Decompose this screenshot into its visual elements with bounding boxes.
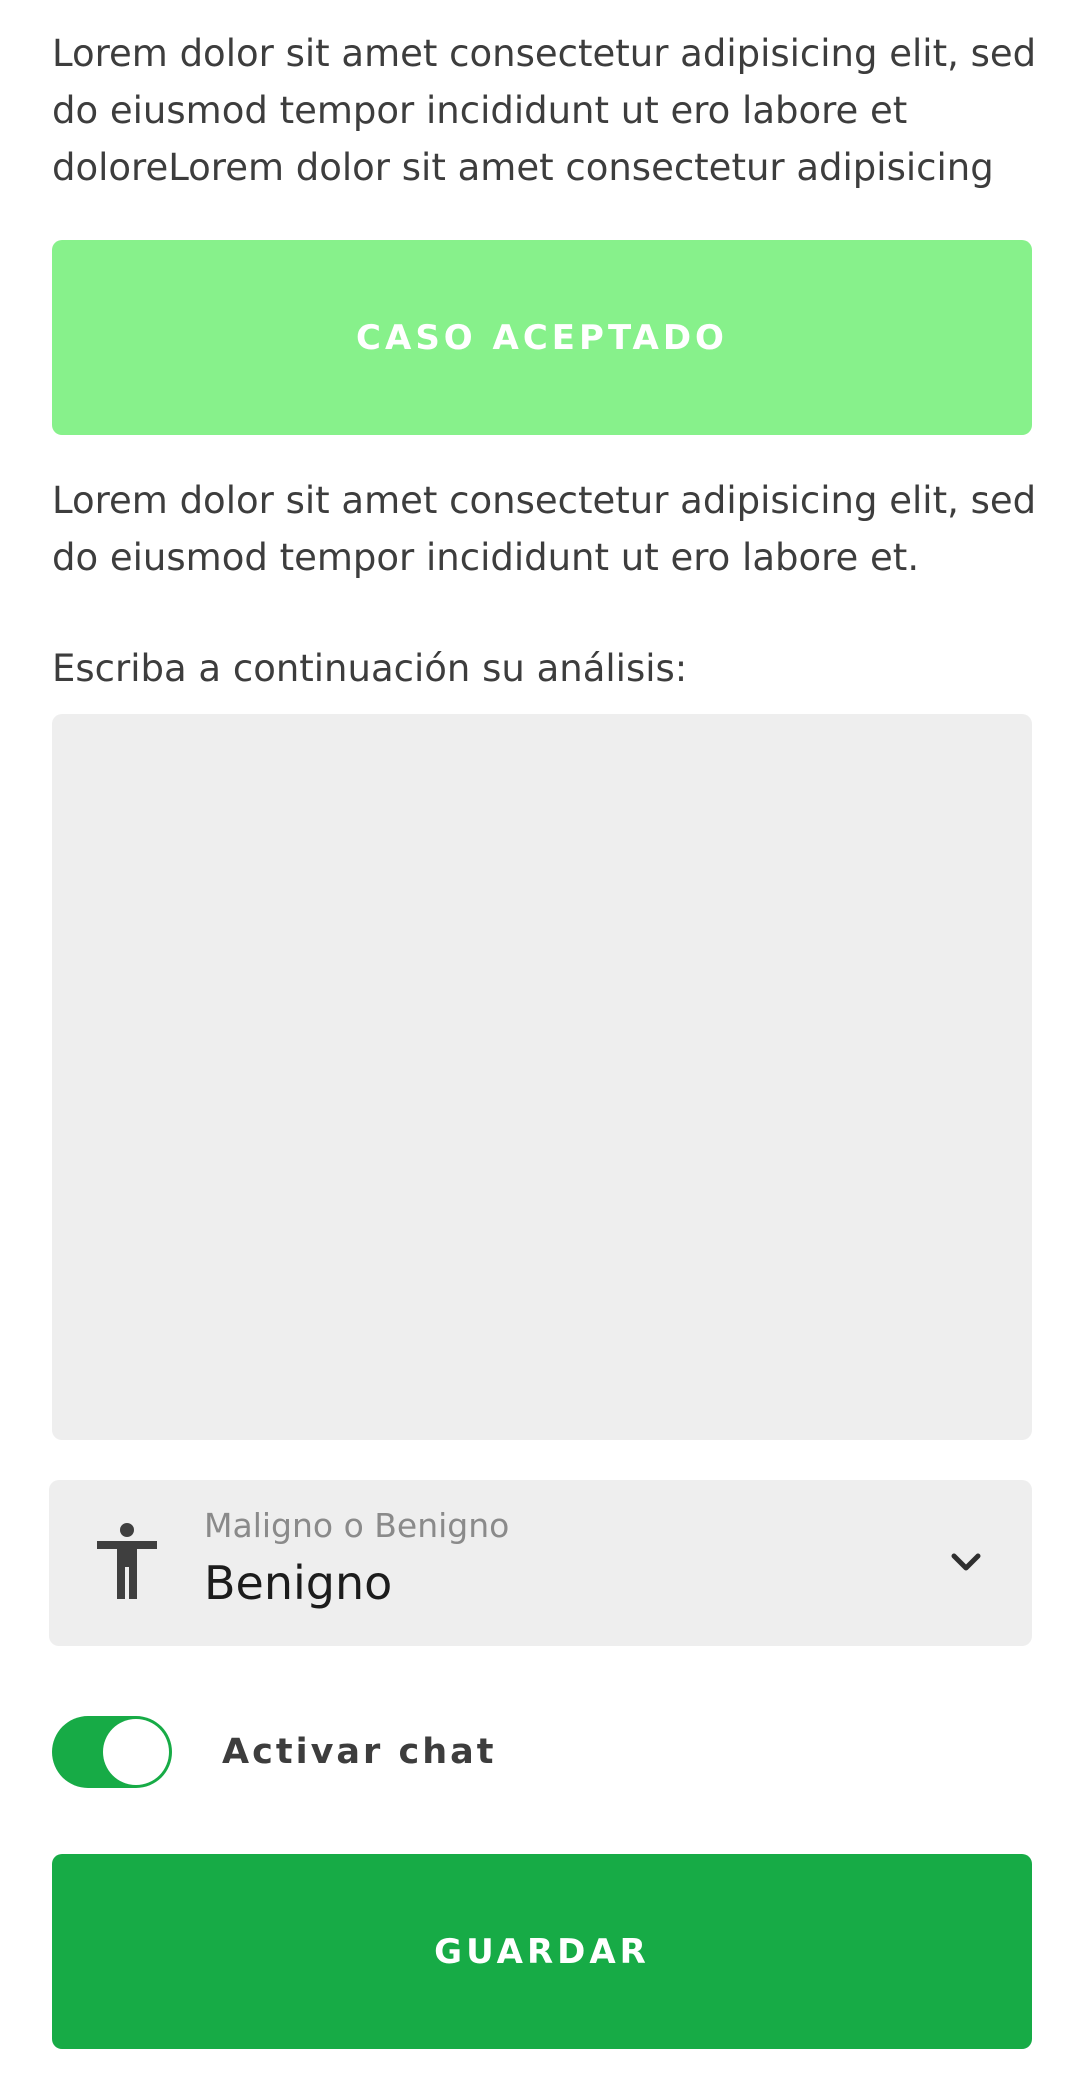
analysis-label: Escriba a continuación su análisis:	[52, 647, 688, 690]
save-button[interactable]: GUARDAR	[52, 1854, 1032, 2049]
accessibility-icon	[97, 1523, 157, 1599]
case-accepted-button[interactable]: CASO ACEPTADO	[52, 240, 1032, 435]
intro-paragraph: Lorem dolor sit amet consectetur adipisi…	[52, 32, 1037, 189]
chevron-down-icon[interactable]	[948, 1544, 984, 1580]
analysis-textarea[interactable]	[52, 714, 1032, 1440]
chat-toggle-row: Activar chat	[52, 1716, 1032, 1790]
secondary-paragraph: Lorem dolor sit amet consectetur adipisi…	[52, 479, 1037, 579]
toggle-knob	[103, 1719, 169, 1785]
diagnosis-select-label: Maligno o Benigno	[204, 1506, 510, 1545]
chat-toggle-switch[interactable]	[52, 1716, 172, 1788]
diagnosis-select[interactable]: Maligno o Benigno Benigno	[49, 1480, 1032, 1646]
diagnosis-select-value: Benigno	[204, 1556, 393, 1610]
chat-toggle-label: Activar chat	[222, 1732, 497, 1772]
